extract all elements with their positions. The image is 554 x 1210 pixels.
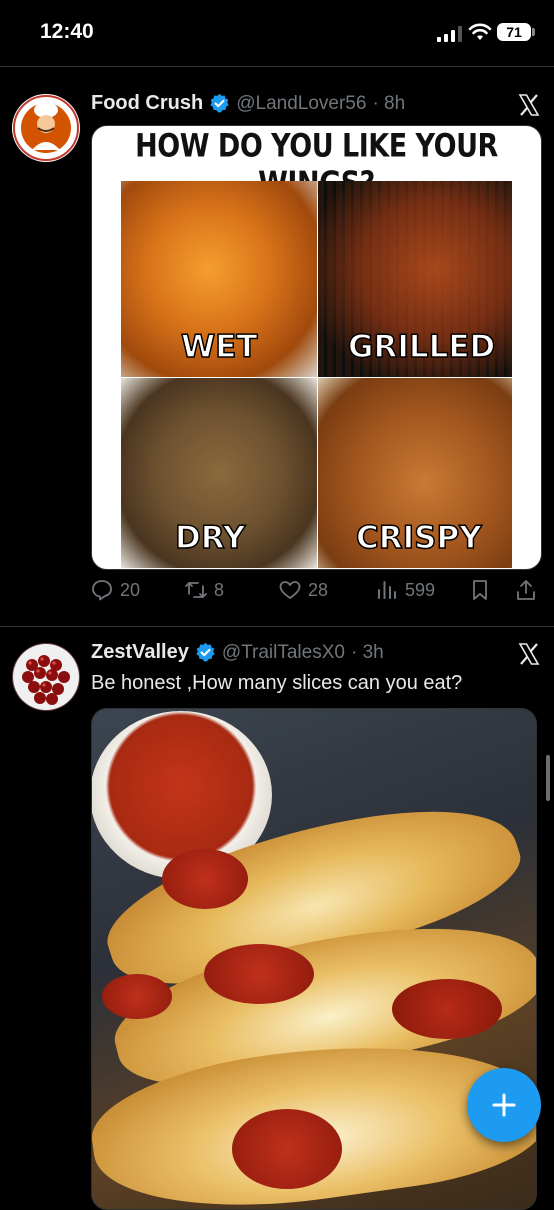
plus-icon [492,1093,516,1117]
tweet-text: Be honest ,How many slices can you eat? [91,672,463,694]
display-name[interactable]: ZestValley [91,641,189,664]
x-logo-icon[interactable] [517,642,541,666]
repost-icon [185,581,207,599]
views-icon [378,581,396,599]
timestamp[interactable]: · 3h [351,642,384,664]
pepperoni [204,944,314,1004]
pepperoni [162,849,248,909]
display-name[interactable]: Food Crush [91,92,203,115]
tweet[interactable]: Food Crush @LandLover56 · 8h HOW DO YOU … [0,0,554,625]
chef-logo-icon [13,95,79,161]
reply-icon [92,580,112,601]
verified-badge-icon [196,642,215,662]
quadrant-label: WET [180,328,258,366]
wings-wet-photo: WET [121,181,317,377]
scrollbar-thumb[interactable] [546,755,550,801]
handle[interactable]: @LandLover56 [236,93,366,115]
tweet-media-image[interactable] [91,708,537,1210]
tweet-media-image[interactable]: HOW DO YOU LIKE YOUR WINGS? WET GRILLED … [91,125,542,570]
tweet-actions: 20 8 28 599 [90,578,540,612]
reply-button[interactable]: 20 [90,578,140,602]
avatar[interactable] [12,94,80,162]
views-count: 599 [405,579,436,600]
wings-grilled-photo: GRILLED [318,181,512,377]
compose-button[interactable] [467,1068,541,1142]
views-button[interactable]: 599 [375,578,435,602]
quadrant-label: GRILLED [347,328,496,366]
share-icon [517,580,535,600]
pepperoni [102,974,172,1019]
verified-badge-icon [210,93,229,113]
repost-button[interactable]: 8 [184,578,224,602]
avatar[interactable] [12,643,80,711]
pepperoni [232,1109,342,1189]
heart-icon [279,581,301,599]
reply-count: 20 [120,579,141,600]
handle[interactable]: @TrailTalesX0 [222,642,345,664]
pepperoni [392,979,502,1039]
like-count: 28 [308,579,329,600]
share-button[interactable] [514,578,538,602]
repost-count: 8 [214,579,225,600]
x-logo-icon[interactable] [517,93,541,117]
timestamp[interactable]: · 8h [372,93,405,115]
wings-dry-photo: DRY [121,378,317,568]
like-button[interactable]: 28 [278,578,328,602]
quadrant-label: DRY [174,519,246,557]
bookmark-icon [473,580,487,600]
quadrant-label: CRISPY [355,519,482,557]
wings-crispy-photo: CRISPY [318,378,512,568]
bookmark-button[interactable] [468,578,492,602]
red-beads-logo-icon [13,644,79,710]
